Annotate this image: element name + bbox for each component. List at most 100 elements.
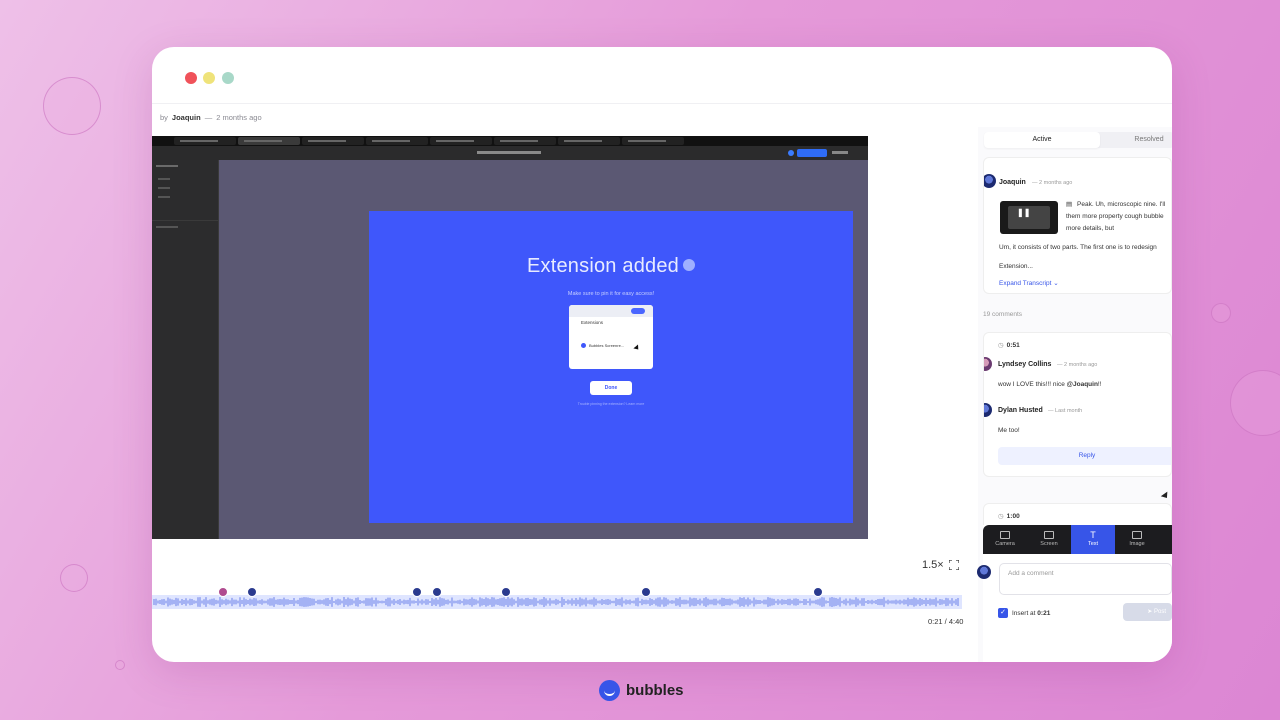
comment-text: Me too! xyxy=(998,427,1020,434)
video-layers-sidebar xyxy=(152,160,219,539)
video-sidebar-line xyxy=(156,226,178,228)
tab-active[interactable]: Active xyxy=(984,132,1100,148)
video-reply-thumbnail[interactable]: ❚❚ xyxy=(1000,201,1058,234)
screen-tool-button[interactable]: Screen xyxy=(1027,525,1071,554)
thread-time: 0:51 xyxy=(1006,342,1020,349)
post-label: Post xyxy=(1153,609,1166,615)
comment-input[interactable]: Add a comment xyxy=(999,563,1172,595)
user-mention[interactable]: @Joaquin xyxy=(1067,381,1098,388)
reply-button[interactable]: Reply xyxy=(998,447,1171,465)
smile-icon xyxy=(683,259,695,271)
insert-time: 0:21 xyxy=(1037,610,1051,617)
pause-icon[interactable]: ❚❚ xyxy=(1017,208,1030,217)
timeline-comment-marker[interactable] xyxy=(412,587,422,597)
insert-at-label: Insert at 0:21 xyxy=(1012,610,1050,617)
decorative-circle xyxy=(43,77,101,135)
screen-tool-label: Screen xyxy=(1040,541,1058,547)
comments-count: 19 comments xyxy=(983,311,1023,318)
transcript-line: Extension... xyxy=(999,263,1033,270)
slide-done-button: Done xyxy=(590,381,632,395)
audio-waveform xyxy=(153,597,959,607)
expand-transcript-link[interactable]: Expand Transcript ⌄ xyxy=(999,279,1059,287)
popup-item: Bubbles Screenre... xyxy=(581,343,624,348)
video-tab xyxy=(494,137,556,145)
brand-name: bubbles xyxy=(626,682,684,699)
brand-logo: bubbles xyxy=(599,680,684,701)
timeline-comment-marker[interactable] xyxy=(432,587,442,597)
video-toolbar-avatar xyxy=(788,150,794,156)
screen-icon xyxy=(1044,531,1054,539)
text-tool-label: Text xyxy=(1087,541,1099,547)
video-tab xyxy=(558,137,620,145)
video-browser-tabs xyxy=(152,136,868,146)
titlebar-divider xyxy=(152,103,1172,104)
timeline-comment-marker[interactable] xyxy=(641,587,651,597)
video-sidebar-line xyxy=(158,178,170,180)
send-icon: ➤ xyxy=(1147,609,1153,615)
text-icon: T xyxy=(1090,530,1096,540)
video-tab xyxy=(430,137,492,145)
transcript-line: them more property cough bubble xyxy=(1066,213,1164,220)
timeline-comment-marker[interactable] xyxy=(813,587,823,597)
composer-toolbar: Camera Screen T Text Image xyxy=(983,525,1172,554)
comment-author: Lyndsey Collins xyxy=(998,361,1052,368)
text-tool-button[interactable]: T Text xyxy=(1071,525,1115,554)
cursor-icon xyxy=(633,344,641,352)
close-window-button[interactable] xyxy=(185,72,197,84)
transcript-icon: ▤ xyxy=(1066,201,1073,208)
image-icon xyxy=(1132,531,1142,539)
byline: by Joaquin — 2 months ago xyxy=(160,113,262,122)
comment-time: — Last month xyxy=(1048,408,1083,414)
popup-item-label: Bubbles Screenre... xyxy=(589,343,625,348)
video-tab xyxy=(302,137,364,145)
decorative-circle xyxy=(1230,370,1280,436)
chevron-down-icon: ⌄ xyxy=(1053,280,1059,287)
timeline-comment-marker[interactable] xyxy=(247,587,257,597)
timeline-comment-marker[interactable] xyxy=(501,587,511,597)
timeline-scrubber[interactable] xyxy=(152,595,962,609)
transcript-line: more details, but xyxy=(1066,225,1115,232)
video-app-toolbar xyxy=(152,146,868,160)
pin-toggle-icon xyxy=(631,308,645,314)
thread-timestamp[interactable]: ◷ 0:51 xyxy=(998,341,1020,349)
avatar xyxy=(977,565,991,579)
playback-time: 0:21 / 4:40 xyxy=(928,617,964,626)
transcript-line: Um, it consists of two parts. The first … xyxy=(999,244,1157,251)
camera-tool-label: Camera xyxy=(995,541,1015,547)
thread-time: 1:00 xyxy=(1006,513,1020,520)
tab-resolved[interactable]: Resolved xyxy=(1104,132,1172,148)
post-button[interactable]: ➤ Post xyxy=(1123,603,1172,621)
video-tab xyxy=(622,137,684,145)
comment-thread: ◷ 0:51 Lyndsey Collins — 2 months ago wow… xyxy=(983,332,1172,477)
video-toolbar-title xyxy=(477,151,541,154)
playback-speed[interactable]: 1.5× xyxy=(922,559,944,571)
image-tool-button[interactable]: Image xyxy=(1115,525,1159,554)
extensions-popup: Extensions Bubbles Screenre... xyxy=(569,305,653,369)
video-canvas: Extension added Make sure to pin it for … xyxy=(219,160,868,539)
timeline-comment-marker[interactable] xyxy=(218,587,228,597)
thread-timestamp[interactable]: ◷ 1:00 xyxy=(998,512,1020,520)
byline-prefix: by xyxy=(160,113,168,122)
image-tool-label: Image xyxy=(1129,541,1145,547)
decorative-circle xyxy=(60,564,88,592)
byline-separator: — xyxy=(204,113,213,122)
minimize-window-button[interactable] xyxy=(203,72,215,84)
bubbles-logo-icon xyxy=(599,680,620,701)
comment-author: Joaquin xyxy=(999,179,1026,186)
comment-tail: !! xyxy=(1097,381,1102,388)
byline-author[interactable]: Joaquin xyxy=(172,113,201,122)
clock-icon: ◷ xyxy=(998,342,1004,349)
video-sidebar-line xyxy=(158,196,170,198)
camera-tool-button[interactable]: Camera xyxy=(983,525,1027,554)
fullscreen-icon[interactable] xyxy=(949,560,959,570)
byline-time: 2 months ago xyxy=(216,113,262,122)
slide-subtitle: Make sure to pin it for easy access! xyxy=(567,291,655,297)
slide-title-text: Extension added xyxy=(526,255,679,277)
comment-body: wow I LOVE this!!! nice xyxy=(998,381,1065,388)
camera-icon xyxy=(1000,531,1010,539)
expand-transcript-label: Expand Transcript xyxy=(999,280,1052,287)
decorative-circle xyxy=(115,660,125,670)
insert-at-checkbox[interactable]: ✓ xyxy=(998,608,1008,618)
video-player[interactable]: Extension added Make sure to pin it for … xyxy=(152,136,868,539)
maximize-window-button[interactable] xyxy=(222,72,234,84)
